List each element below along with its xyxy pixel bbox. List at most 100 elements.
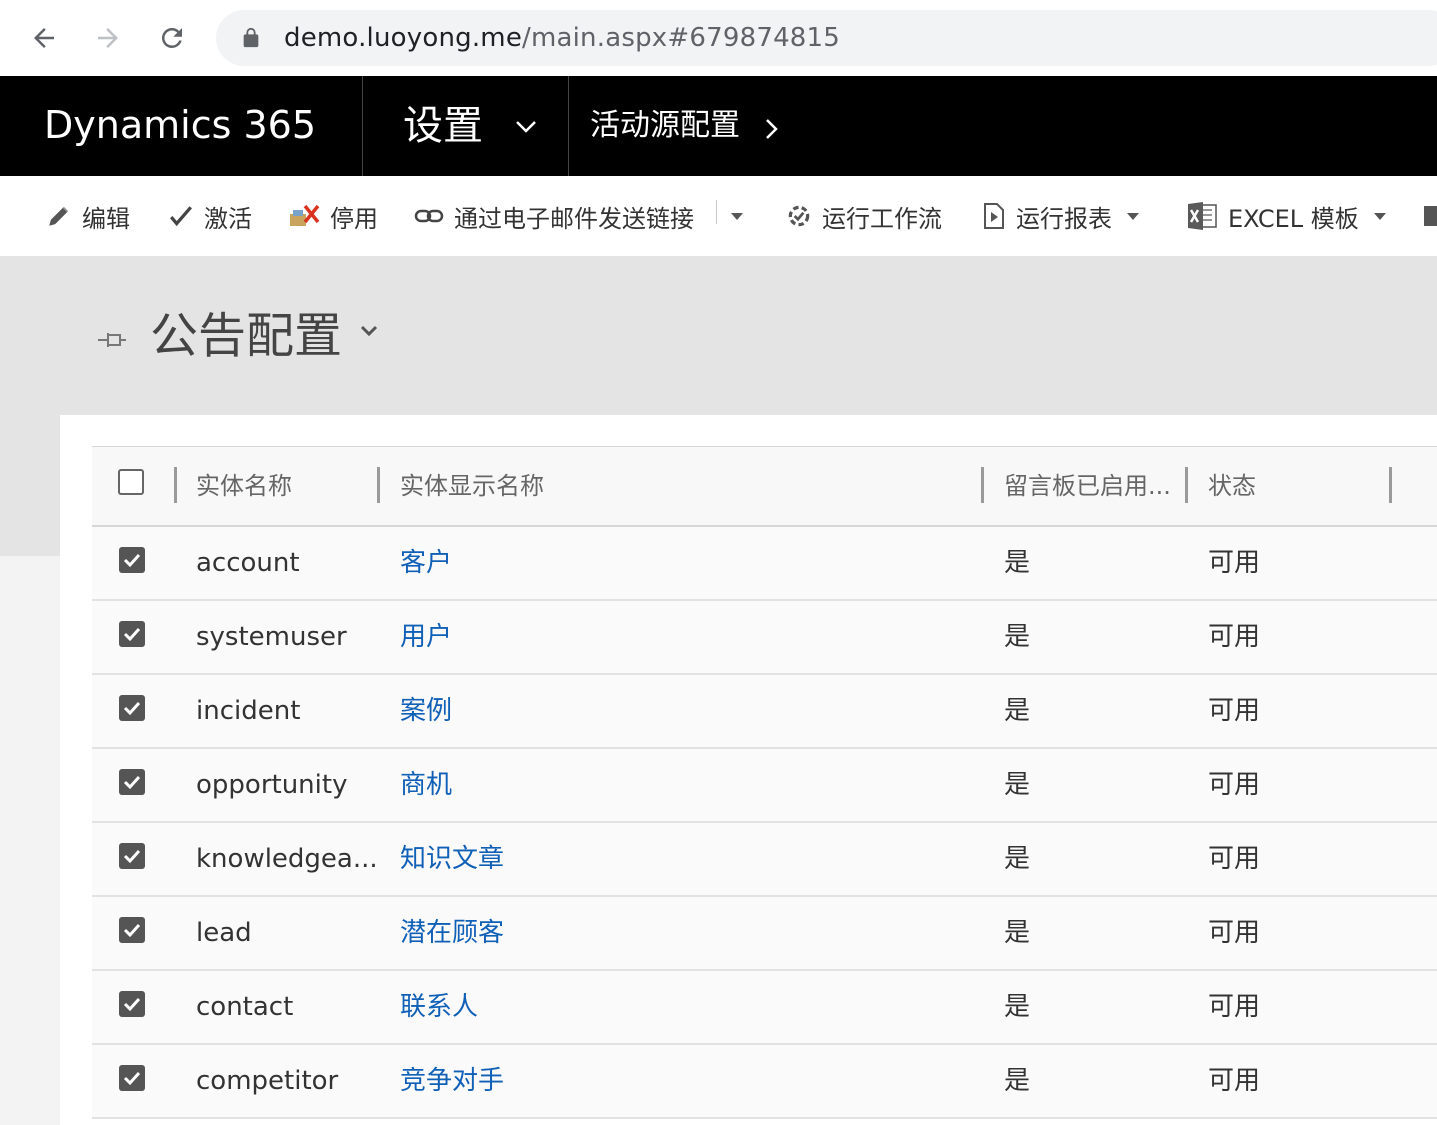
wall-enabled-cell: 是 <box>1004 696 1031 726</box>
brand-logo[interactable]: Dynamics 365 <box>0 76 363 176</box>
activate-button[interactable]: 激活 <box>168 196 252 236</box>
row-checkbox[interactable] <box>118 546 146 574</box>
row-checkbox[interactable] <box>118 1064 146 1092</box>
brand-name: Dynamics 365 <box>44 103 316 147</box>
back-button[interactable] <box>20 14 68 62</box>
status-cell: 可用 <box>1208 992 1261 1022</box>
column-separator[interactable] <box>377 467 380 503</box>
chevron-right-icon[interactable] <box>764 118 778 140</box>
status-cell: 可用 <box>1208 918 1261 948</box>
caret-down-icon <box>731 213 743 220</box>
row-checkbox[interactable] <box>118 916 146 944</box>
entity-display-name-link[interactable]: 客户 <box>400 545 452 581</box>
address-bar[interactable]: demo.luoyong.me/main.aspx#679874815 <box>216 10 1437 66</box>
status-cell: 可用 <box>1208 696 1261 726</box>
area-switcher[interactable]: 设置 <box>363 76 569 176</box>
entity-display-name-link[interactable]: 潜在顾客 <box>400 915 504 951</box>
deactivate-button[interactable]: 停用 <box>288 196 378 236</box>
row-checkbox[interactable] <box>118 620 146 648</box>
activate-label: 激活 <box>204 204 252 233</box>
entity-name-cell: account <box>196 548 300 578</box>
browser-toolbar: demo.luoyong.me/main.aspx#679874815 <box>0 0 1437 77</box>
entity-name-cell: lead <box>196 918 252 948</box>
status-cell: 可用 <box>1208 1066 1261 1096</box>
column-separator[interactable] <box>1389 467 1392 503</box>
more-commands-dropdown[interactable] <box>730 196 754 236</box>
column-header-entity-name[interactable]: 实体名称 <box>196 471 292 501</box>
table-row[interactable]: systemuser 用户 是 可用 <box>92 601 1437 675</box>
entity-display-name-link[interactable]: 案例 <box>400 693 452 729</box>
edit-button[interactable]: 编辑 <box>46 196 130 236</box>
entity-display-name-link[interactable]: 用户 <box>400 619 452 655</box>
link-icon <box>414 209 444 223</box>
column-header-display-name[interactable]: 实体显示名称 <box>400 471 544 501</box>
breadcrumb-item[interactable]: 活动源配置 <box>590 108 740 144</box>
table-row[interactable]: incident 案例 是 可用 <box>92 675 1437 749</box>
table-row[interactable]: knowledgea... 知识文章 是 可用 <box>92 823 1437 897</box>
grid-header: 实体名称 实体显示名称 留言板已启用... 状态 <box>92 447 1437 527</box>
excel-icon <box>1188 202 1217 230</box>
row-checkbox[interactable] <box>118 768 146 796</box>
table-row[interactable]: opportunity 商机 是 可用 <box>92 749 1437 823</box>
entity-display-name-link[interactable]: 联系人 <box>400 989 478 1025</box>
workflow-icon <box>788 205 810 227</box>
wall-enabled-cell: 是 <box>1004 548 1031 578</box>
url-host: demo.luoyong.me <box>284 23 523 53</box>
run-workflow-button[interactable]: 运行工作流 <box>786 196 942 236</box>
row-checkbox[interactable] <box>118 694 146 722</box>
arrow-right-icon <box>98 28 118 48</box>
run-workflow-label: 运行工作流 <box>822 204 942 233</box>
chevron-down-icon <box>516 121 536 133</box>
entity-display-name-link[interactable]: 知识文章 <box>400 841 504 877</box>
reload-icon <box>161 27 182 48</box>
entity-display-name-link[interactable]: 竞争对手 <box>400 1063 504 1099</box>
status-cell: 可用 <box>1208 844 1261 874</box>
chevron-down-icon[interactable] <box>360 324 378 338</box>
column-separator[interactable] <box>174 467 177 503</box>
pencil-icon <box>49 206 69 226</box>
caret-down-icon <box>1127 213 1139 220</box>
excel-template-button[interactable]: EXCEL 模板 <box>1186 196 1387 236</box>
wall-enabled-cell: 是 <box>1004 918 1031 948</box>
reload-button[interactable] <box>148 14 196 62</box>
entity-display-name-link[interactable]: 商机 <box>400 767 452 803</box>
entity-name-cell: systemuser <box>196 622 347 652</box>
command-separator <box>716 200 717 224</box>
status-cell: 可用 <box>1208 548 1261 578</box>
excel-template-label: EXCEL 模板 <box>1228 204 1359 233</box>
run-report-button[interactable]: 运行报表 <box>982 196 1140 236</box>
select-all-checkbox[interactable] <box>118 469 144 495</box>
column-separator[interactable] <box>1185 467 1188 503</box>
table-row[interactable]: competitor 竞争对手 是 可用 <box>92 1045 1437 1119</box>
status-cell: 可用 <box>1208 622 1261 652</box>
report-icon <box>984 203 1004 229</box>
entity-name-cell: incident <box>196 696 301 726</box>
column-header-wall-enabled[interactable]: 留言板已启用... <box>1004 471 1171 501</box>
area-label: 设置 <box>403 103 483 149</box>
arrow-left-icon <box>34 28 54 48</box>
grid-body: account 客户是可用 systemuser 用户是可用 incident 案例是可用… <box>92 527 1437 1119</box>
wall-enabled-cell: 是 <box>1004 992 1031 1022</box>
wall-enabled-cell: 是 <box>1004 770 1031 800</box>
table-row[interactable]: lead 潜在顾客 是 可用 <box>92 897 1437 971</box>
more-command-button[interactable] <box>1422 196 1437 236</box>
entity-name-cell: knowledgea... <box>196 844 378 874</box>
column-separator[interactable] <box>981 467 984 503</box>
column-header-status[interactable]: 状态 <box>1208 471 1256 501</box>
url-text: demo.luoyong.me/main.aspx#679874815 <box>284 22 840 54</box>
page-title: 公告配置 <box>150 308 343 364</box>
check-icon <box>170 206 192 227</box>
forward-button[interactable] <box>84 14 132 62</box>
email-link-button[interactable]: 通过电子邮件发送链接 <box>414 196 694 236</box>
more-command-icon <box>1424 206 1437 226</box>
caret-down-icon <box>1373 213 1386 220</box>
row-checkbox[interactable] <box>118 990 146 1018</box>
wall-enabled-cell: 是 <box>1004 844 1031 874</box>
table-row[interactable]: account 客户 是 可用 <box>92 527 1437 601</box>
deactivate-icon <box>290 204 320 226</box>
table-row[interactable]: contact 联系人 是 可用 <box>92 971 1437 1045</box>
pin-icon[interactable] <box>98 330 128 350</box>
row-checkbox[interactable] <box>118 842 146 870</box>
entity-grid: 实体名称 实体显示名称 留言板已启用... 状态 account 客户是可用 sys… <box>92 446 1437 1119</box>
command-bar: 编辑 激活 停用 通过电子邮件发送链接 运行工作流 运行报表 EXCEL 模板 <box>0 176 1437 256</box>
